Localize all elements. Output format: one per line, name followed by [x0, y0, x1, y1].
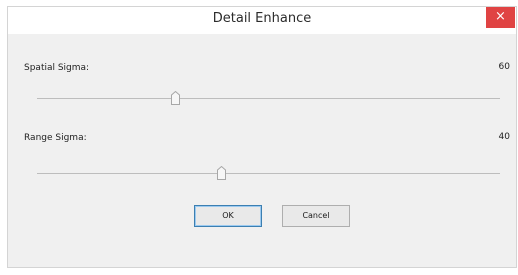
range-sigma-slider-thumb[interactable]: [217, 166, 227, 180]
spatial-sigma-value: 60: [498, 62, 510, 72]
cancel-button[interactable]: Cancel: [282, 205, 350, 227]
spatial-sigma-label: Spatial Sigma:: [24, 63, 90, 73]
range-sigma-value: 40: [498, 132, 510, 142]
detail-enhance-dialog: Detail Enhance × Spatial Sigma: 60 Range…: [7, 6, 517, 268]
range-sigma-label: Range Sigma:: [24, 133, 87, 143]
close-button[interactable]: ×: [486, 7, 515, 28]
title-bar[interactable]: Detail Enhance ×: [8, 7, 516, 34]
spatial-sigma-track[interactable]: [37, 98, 500, 99]
spatial-sigma-slider-thumb[interactable]: [170, 91, 180, 105]
ok-button[interactable]: OK: [194, 205, 262, 227]
close-icon: ×: [495, 9, 506, 24]
range-sigma-track[interactable]: [37, 173, 500, 174]
dialog-title: Detail Enhance: [212, 11, 312, 26]
